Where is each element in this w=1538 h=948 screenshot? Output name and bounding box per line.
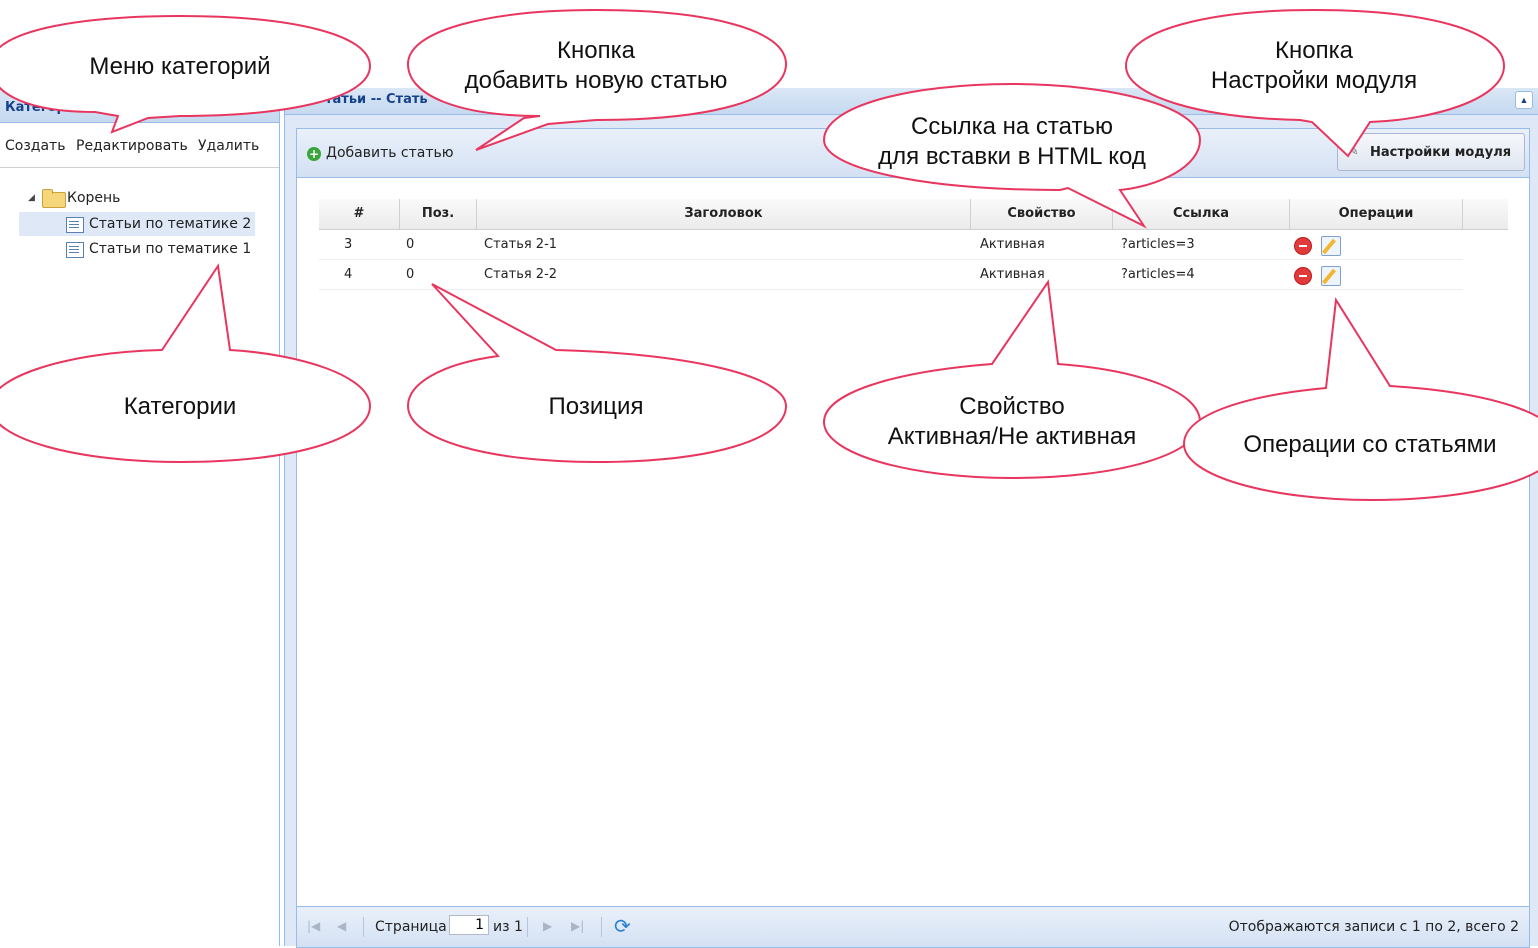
callout-line: Свойство	[959, 393, 1065, 420]
callout-line: Настройки модуля	[1210, 67, 1418, 94]
callout-position	[406, 283, 788, 464]
callout-line: добавить новую статью	[464, 67, 728, 94]
callout-settings-button-text: Кнопка Настройки модуля	[1164, 36, 1464, 96]
callout-property-text: Свойство Активная/Не активная	[852, 392, 1172, 452]
callout-line: Кнопка	[1275, 37, 1353, 64]
callout-menu-text: Меню категорий	[89, 53, 271, 80]
callout-position-text: Позиция	[548, 393, 644, 420]
annotation-callouts	[0, 8, 1538, 502]
callout-categories	[0, 263, 372, 464]
callout-line: Активная/Не активная	[887, 423, 1137, 450]
callout-operations-text: Операции со статьями	[1243, 431, 1497, 458]
callout-line: Ссылка на статью	[911, 113, 1113, 140]
callout-add-button-text: Кнопка добавить новую статью	[436, 36, 756, 96]
callout-operations	[1182, 297, 1538, 502]
callout-line: для вставки в HTML код	[878, 143, 1146, 170]
callout-line: Кнопка	[557, 37, 635, 64]
callout-link-text: Ссылка на статью для вставки в HTML код	[852, 112, 1172, 172]
callout-categories-text: Категории	[123, 393, 237, 420]
